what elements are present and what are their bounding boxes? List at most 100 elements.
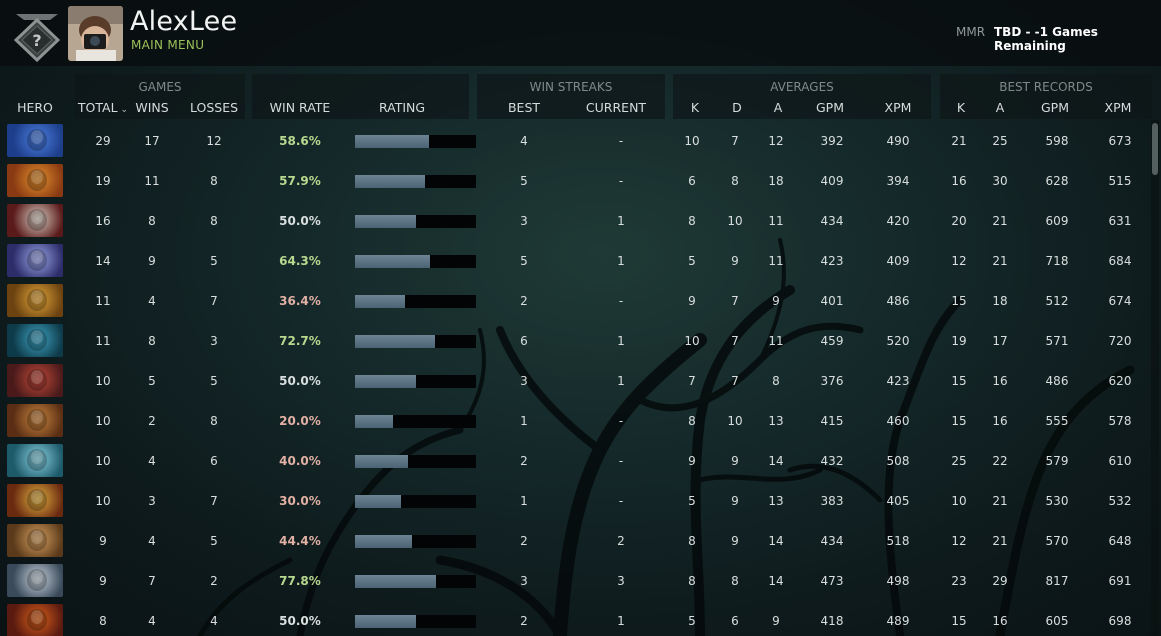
games-group-title: GAMES — [138, 80, 182, 94]
avg-assists-cell: 9 — [772, 294, 780, 308]
total-games-cell: 10 — [95, 454, 111, 468]
win-rate-cell: 77.8% — [279, 574, 321, 588]
total-games-cell: 14 — [95, 254, 111, 268]
column-header-rating[interactable]: RATING — [362, 100, 442, 115]
best-kills-cell: 21 — [951, 134, 967, 148]
win-rate-cell: 20.0% — [279, 414, 321, 428]
table-row[interactable]: 8 4 4 50.0% 2 1 5 6 9 418 489 15 16 605 698 — [0, 601, 1150, 636]
table-row[interactable]: 11 4 7 36.4% 2 - 9 7 9 401 486 15 18 512 674 — [0, 281, 1150, 321]
column-header-avg-xpm[interactable]: XPM — [876, 100, 920, 115]
avg-assists-cell: 13 — [768, 414, 784, 428]
mmr-value: TBD - -1 Games Remaining — [994, 25, 1098, 53]
best-streak-cell: 5 — [520, 254, 528, 268]
column-header-losses[interactable]: LOSSES — [186, 100, 242, 115]
table-row[interactable]: 29 17 12 58.6% 4 - 10 7 12 392 490 21 25 598 673 — [0, 121, 1150, 161]
column-header-total-label: TOTAL — [77, 100, 118, 115]
column-header-best-kills[interactable]: K — [946, 100, 976, 115]
table-row[interactable]: 10 4 6 40.0% 2 - 9 9 14 432 508 25 22 579 610 — [0, 441, 1150, 481]
rating-bar — [355, 575, 476, 588]
column-header-best-streak[interactable]: BEST — [500, 100, 548, 115]
column-header-total[interactable]: TOTAL ⌄ — [72, 100, 134, 115]
best-assists-cell: 22 — [992, 454, 1008, 468]
hero-portrait-teal-assassin[interactable] — [7, 324, 63, 357]
table-scrollbar[interactable] — [1151, 120, 1159, 636]
column-header-avg-assists[interactable]: A — [763, 100, 793, 115]
avg-gpm-cell: 459 — [820, 334, 844, 348]
win-rate-cell: 30.0% — [279, 494, 321, 508]
avg-assists-cell: 14 — [768, 534, 784, 548]
avg-xpm-cell: 460 — [886, 414, 910, 428]
rating-bar — [355, 135, 476, 148]
table-row[interactable]: 19 11 8 57.9% 5 - 6 8 18 409 394 16 30 628 515 — [0, 161, 1150, 201]
win-rate-cell: 50.0% — [279, 374, 321, 388]
rating-bar-fill — [355, 255, 430, 268]
total-games-cell: 19 — [95, 174, 111, 188]
win-rate-cell: 72.7% — [279, 334, 321, 348]
table-row[interactable]: 9 4 5 44.4% 2 2 8 9 14 434 518 12 21 570 648 — [0, 521, 1150, 561]
averages-group-title: AVERAGES — [770, 80, 834, 94]
best-assists-cell: 21 — [992, 254, 1008, 268]
main-menu-link[interactable]: MAIN MENU — [131, 38, 204, 52]
table-row[interactable]: 11 8 3 72.7% 6 1 10 7 11 459 520 19 17 571 720 — [0, 321, 1150, 361]
avg-gpm-cell: 376 — [820, 374, 844, 388]
best-assists-cell: 16 — [992, 614, 1008, 628]
column-header-avg-kills[interactable]: K — [680, 100, 710, 115]
avg-assists-cell: 14 — [768, 574, 784, 588]
hero-portrait-brown-warrior[interactable] — [7, 404, 63, 437]
scrollbar-thumb[interactable] — [1152, 123, 1158, 175]
column-header-hero[interactable]: HERO — [5, 100, 65, 115]
column-header-avg-gpm[interactable]: GPM — [808, 100, 852, 115]
column-header-best-gpm[interactable]: GPM — [1033, 100, 1077, 115]
avg-assists-cell: 11 — [768, 214, 784, 228]
hero-portrait-ice-mage[interactable] — [7, 444, 63, 477]
avg-kills-cell: 8 — [688, 534, 696, 548]
total-games-cell: 29 — [95, 134, 111, 148]
best-assists-cell: 25 — [992, 134, 1008, 148]
avg-xpm-cell: 409 — [886, 254, 910, 268]
avatar[interactable] — [68, 6, 123, 61]
column-header-avg-deaths[interactable]: D — [722, 100, 752, 115]
best-streak-cell: 2 — [520, 454, 528, 468]
rating-bar-fill — [355, 455, 408, 468]
avg-kills-cell: 7 — [688, 374, 696, 388]
hero-portrait-silver-knight[interactable] — [7, 564, 63, 597]
avg-gpm-cell: 418 — [820, 614, 844, 628]
best-xpm-cell: 691 — [1108, 574, 1132, 588]
current-streak-cell: - — [618, 174, 624, 188]
best-records-group-title: BEST RECORDS — [999, 80, 1093, 94]
hero-portrait-sand-king[interactable] — [7, 524, 63, 557]
best-assists-cell: 17 — [992, 334, 1008, 348]
hero-portrait-red-hat[interactable] — [7, 204, 63, 237]
best-xpm-cell: 515 — [1108, 174, 1132, 188]
hero-portrait-windrunner[interactable] — [7, 484, 63, 517]
hero-portrait-horned-beast[interactable] — [7, 364, 63, 397]
table-row[interactable]: 10 5 5 50.0% 3 1 7 7 8 376 423 15 16 486 620 — [0, 361, 1150, 401]
table-row[interactable]: 14 9 5 64.3% 5 1 5 9 11 423 409 12 21 718 684 — [0, 241, 1150, 281]
hero-portrait-gold-armor[interactable] — [7, 284, 63, 317]
best-assists-cell: 16 — [992, 414, 1008, 428]
hero-portrait-antimage[interactable] — [7, 604, 63, 636]
win-rate-cell: 58.6% — [279, 134, 321, 148]
wins-cell: 11 — [144, 174, 160, 188]
best-assists-cell: 21 — [992, 214, 1008, 228]
column-header-best-xpm[interactable]: XPM — [1096, 100, 1140, 115]
best-kills-cell: 15 — [951, 374, 967, 388]
table-row[interactable]: 10 3 7 30.0% 1 - 5 9 13 383 405 10 21 530 532 — [0, 481, 1150, 521]
column-header-current-streak[interactable]: CURRENT — [580, 100, 652, 115]
avg-deaths-cell: 6 — [731, 614, 739, 628]
avg-deaths-cell: 9 — [731, 254, 739, 268]
hero-portrait-orange-warrior[interactable] — [7, 164, 63, 197]
column-header-best-assists[interactable]: A — [985, 100, 1015, 115]
hero-portrait-blue-spectre[interactable] — [7, 124, 63, 157]
avg-deaths-cell: 9 — [731, 494, 739, 508]
table-row[interactable]: 16 8 8 50.0% 3 1 8 10 11 434 420 20 21 609 631 — [0, 201, 1150, 241]
wins-cell: 7 — [148, 574, 156, 588]
hero-portrait-purple-ghost[interactable] — [7, 244, 63, 277]
column-header-wins[interactable]: WINS — [130, 100, 174, 115]
avg-kills-cell: 9 — [688, 294, 696, 308]
table-row[interactable]: 9 7 2 77.8% 3 3 8 8 14 473 498 23 29 817 691 — [0, 561, 1150, 601]
avg-gpm-cell: 401 — [820, 294, 844, 308]
column-header-win-rate[interactable]: WIN RATE — [260, 100, 340, 115]
best-gpm-cell: 817 — [1045, 574, 1069, 588]
table-row[interactable]: 10 2 8 20.0% 1 - 8 10 13 415 460 15 16 555 578 — [0, 401, 1150, 441]
